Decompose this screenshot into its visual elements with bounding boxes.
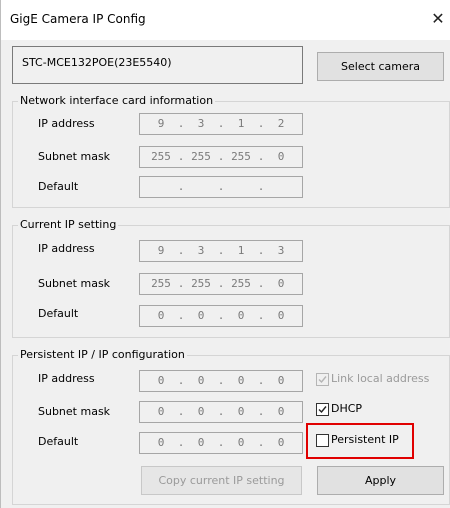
- octet: 0: [237, 405, 245, 418]
- octet: 0: [277, 277, 285, 290]
- octet: 9: [157, 117, 165, 130]
- octet: 2: [277, 117, 285, 130]
- nic-subnet-field[interactable]: 255. 255. 255. 0: [139, 146, 303, 168]
- octet: 0: [237, 374, 245, 387]
- octet: 0: [157, 374, 165, 387]
- camera-name-field: STC-MCE132POE(23E5540): [12, 46, 303, 84]
- camera-name-text: STC-MCE132POE(23E5540): [22, 56, 172, 69]
- octet: 1: [237, 244, 245, 257]
- persistent-subnet-field[interactable]: 0. 0. 0. 0: [139, 401, 303, 423]
- link-local-checkbox[interactable]: [316, 373, 329, 386]
- current-ip-field[interactable]: 9. 3. 1. 3: [139, 240, 303, 262]
- octet: 3: [197, 244, 205, 257]
- octet: 0: [197, 436, 205, 449]
- link-local-label: Link local address: [331, 372, 430, 385]
- current-subnet-label: Subnet mask: [38, 277, 111, 290]
- octet: 0: [277, 436, 285, 449]
- octet: 0: [197, 374, 205, 387]
- current-subnet-field[interactable]: 255. 255. 255. 0: [139, 273, 303, 295]
- octet: 9: [157, 244, 165, 257]
- persistent-group-title: Persistent IP / IP configuration: [18, 348, 187, 361]
- nic-default-field[interactable]: . . .: [139, 176, 303, 198]
- persistent-subnet-label: Subnet mask: [38, 405, 111, 418]
- octet: 255: [191, 150, 211, 163]
- octet: 1: [237, 117, 245, 130]
- window-title: GigE Camera IP Config: [10, 12, 146, 26]
- nic-group-title: Network interface card information: [18, 94, 216, 107]
- nic-subnet-label: Subnet mask: [38, 150, 111, 163]
- nic-ip-label: IP address: [38, 117, 95, 130]
- nic-ip-field[interactable]: 9. 3. 1. 2: [139, 113, 303, 135]
- octet: 0: [157, 309, 165, 322]
- apply-button[interactable]: Apply: [317, 466, 444, 495]
- octet: 0: [197, 405, 205, 418]
- octet: 0: [277, 374, 285, 387]
- octet: 3: [197, 117, 205, 130]
- dhcp-checkbox[interactable]: [316, 403, 329, 416]
- octet: 0: [157, 405, 165, 418]
- highlight-box: [306, 423, 414, 459]
- checkmark-icon: [318, 406, 327, 414]
- octet: 255: [231, 150, 251, 163]
- current-default-field[interactable]: 0. 0. 0. 0: [139, 305, 303, 327]
- octet: 0: [277, 309, 285, 322]
- octet: 255: [231, 277, 251, 290]
- copy-current-ip-button[interactable]: Copy current IP setting: [141, 466, 302, 495]
- select-camera-button[interactable]: Select camera: [317, 52, 444, 81]
- octet: 0: [157, 436, 165, 449]
- checkmark-icon: [318, 376, 327, 384]
- octet: 0: [277, 405, 285, 418]
- title-bar: GigE Camera IP Config ✕: [1, 0, 450, 40]
- persistent-ip-label: IP address: [38, 372, 95, 385]
- dhcp-label: DHCP: [331, 402, 363, 415]
- octet: 255: [191, 277, 211, 290]
- octet: 3: [277, 244, 285, 257]
- octet: 0: [237, 436, 245, 449]
- close-icon[interactable]: ✕: [428, 9, 448, 29]
- persistent-ip-field[interactable]: 0. 0. 0. 0: [139, 370, 303, 392]
- octet: 255: [151, 150, 171, 163]
- gige-camera-ip-config-dialog: GigE Camera IP Config ✕ STC-MCE132POE(23…: [0, 0, 450, 508]
- octet: 0: [277, 150, 285, 163]
- current-ip-label: IP address: [38, 242, 95, 255]
- persistent-default-field[interactable]: 0. 0. 0. 0: [139, 432, 303, 454]
- octet: 0: [237, 309, 245, 322]
- octet: 0: [197, 309, 205, 322]
- nic-default-label: Default: [38, 180, 79, 193]
- current-group-title: Current IP setting: [18, 218, 119, 231]
- octet: 255: [151, 277, 171, 290]
- persistent-default-label: Default: [38, 435, 79, 448]
- current-default-label: Default: [38, 307, 79, 320]
